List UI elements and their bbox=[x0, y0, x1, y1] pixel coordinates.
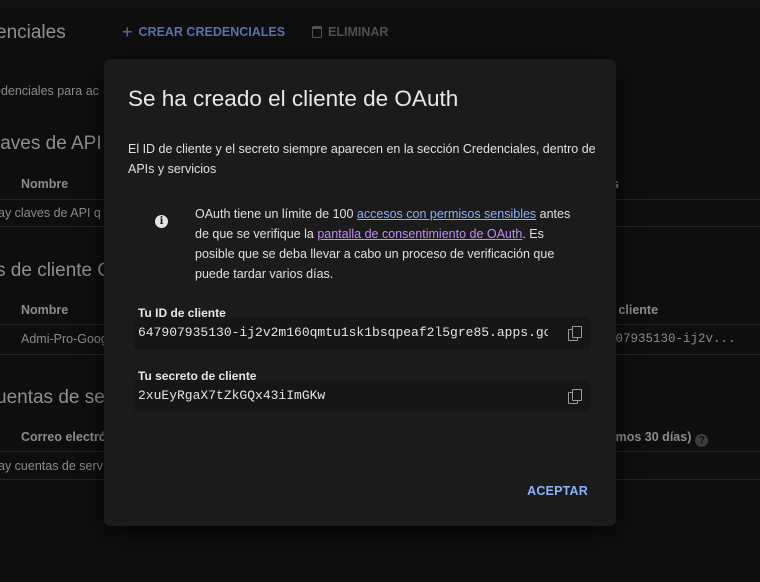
dialog-title: Se ha creado el cliente de OAuth bbox=[128, 86, 459, 111]
oauth-col-name[interactable]: Nombre bbox=[21, 303, 68, 317]
api-keys-col-name[interactable]: Nombre bbox=[21, 177, 68, 191]
client-id-field[interactable]: 647907935130-ij2v2m160qmtu1sk1bsqpeaf2l5… bbox=[134, 317, 590, 349]
client-id-value[interactable]: 647907935130-ij2v2m160qmtu1sk1bsqpeaf2l5… bbox=[138, 325, 548, 340]
copy-icon[interactable] bbox=[568, 389, 582, 404]
service-col-usage: timos 30 días)? bbox=[608, 430, 709, 447]
api-keys-heading: laves de API bbox=[0, 133, 102, 154]
page-title: enciales bbox=[0, 22, 66, 43]
info-text: OAuth tiene un límite de 100 accesos con… bbox=[195, 204, 585, 284]
help-icon[interactable]: ? bbox=[695, 434, 709, 447]
api-keys-empty: ay claves de API q bbox=[0, 206, 101, 220]
delete-button[interactable]: ELIMINAR bbox=[312, 25, 388, 39]
page-description: edenciales para ac bbox=[0, 84, 99, 98]
oauth-created-dialog: Se ha creado el cliente de OAuth El ID d… bbox=[104, 59, 616, 526]
service-col-usage-label: timos 30 días) bbox=[608, 430, 692, 444]
top-bar bbox=[0, 0, 760, 8]
client-secret-field[interactable]: 2xuEyRgaX7tZkGQx43iImGKw bbox=[134, 380, 590, 412]
dialog-intro: El ID de cliente y el secreto siempre ap… bbox=[128, 142, 596, 176]
create-credentials-label: CREAR CREDENCIALES bbox=[138, 25, 286, 39]
info-icon: i bbox=[155, 215, 168, 228]
consent-screen-link[interactable]: pantalla de consentimiento de OAuth bbox=[317, 227, 522, 241]
sensitive-scopes-link[interactable]: accesos con permisos sensibles bbox=[357, 207, 536, 221]
service-accounts-heading: uentas de ser bbox=[0, 387, 112, 408]
client-secret-value[interactable]: 2xuEyRgaX7tZkGQx43iImGKw bbox=[138, 388, 548, 403]
plus-icon: + bbox=[122, 22, 133, 42]
service-accounts-empty: ay cuentas de serv bbox=[0, 459, 103, 473]
oauth-clients-heading: s de cliente O bbox=[0, 260, 113, 281]
oauth-row-client-id: 907935130-ij2v... bbox=[608, 332, 736, 346]
info-text-part: OAuth tiene un límite de 100 bbox=[195, 207, 357, 221]
trash-icon bbox=[312, 26, 322, 38]
create-credentials-button[interactable]: + CREAR CREDENCIALES bbox=[122, 22, 286, 42]
service-col-email[interactable]: Correo electrón bbox=[21, 430, 114, 444]
delete-label: ELIMINAR bbox=[328, 25, 389, 39]
oauth-row-name[interactable]: Admi-Pro-Goog bbox=[21, 332, 108, 346]
info-box: i OAuth tiene un límite de 100 accesos c… bbox=[140, 203, 588, 287]
copy-icon[interactable] bbox=[568, 326, 582, 341]
accept-button[interactable]: ACEPTAR bbox=[527, 484, 588, 498]
